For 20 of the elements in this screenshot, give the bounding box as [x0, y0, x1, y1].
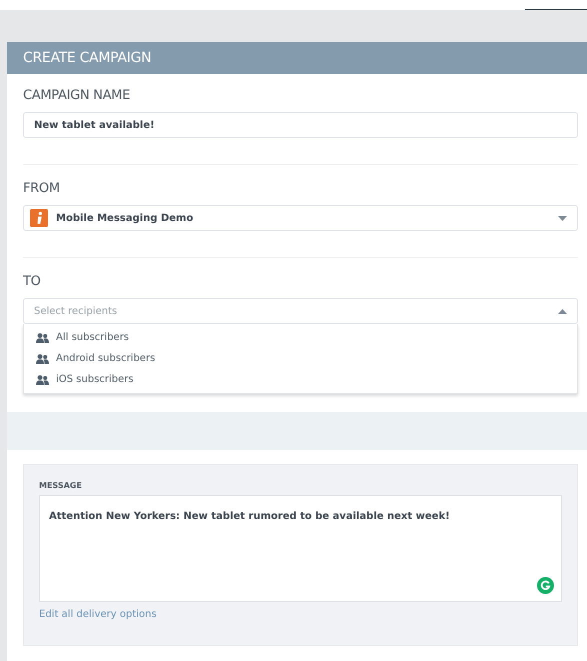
caret-icon — [558, 216, 567, 220]
caret-icon — [558, 308, 567, 314]
info-icon — [30, 209, 48, 227]
field-label: TO — [23, 274, 42, 289]
top-rule — [525, 9, 587, 10]
recipient-option[interactable]: All subscribers — [24, 327, 577, 348]
grammar-check-icon[interactable] — [537, 577, 554, 594]
panel-title: CREATE CAMPAIGN — [23, 50, 152, 66]
message-text: Attention New Yorkers: New tablet rumored to be available next week! — [49, 511, 450, 522]
field-label: FROM — [23, 181, 61, 196]
users-icon — [36, 354, 49, 364]
recipient-option[interactable]: Android subscribers — [24, 348, 577, 369]
users-icon — [36, 332, 49, 342]
field-label: CAMPAIGN NAME — [23, 88, 132, 103]
recipient-option[interactable]: iOS subscribers — [24, 369, 577, 390]
field-label: MESSAGE — [39, 481, 83, 490]
sender-select[interactable]: Mobile Messaging Demo — [23, 205, 578, 231]
users-icon — [36, 374, 49, 384]
message-field[interactable]: Attention New Yorkers: New tablet rumored to be available next week! — [39, 495, 562, 602]
campaign-name-field[interactable]: New tablet available! — [23, 112, 578, 138]
